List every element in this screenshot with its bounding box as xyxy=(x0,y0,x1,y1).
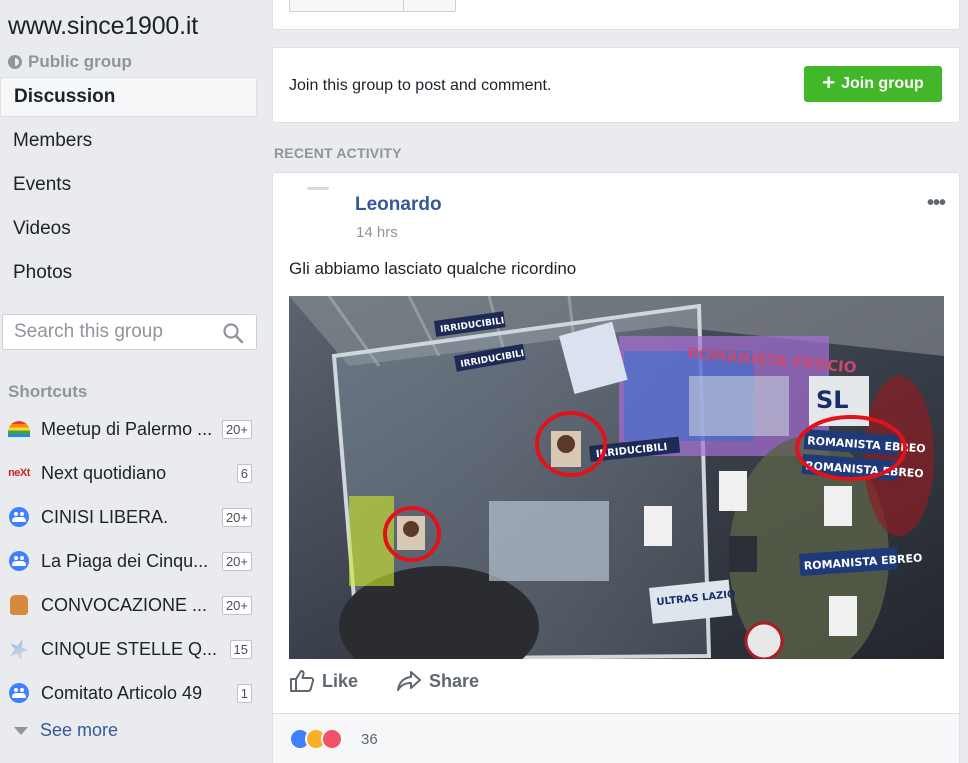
search-input[interactable] xyxy=(14,321,214,343)
reaction-icons xyxy=(289,728,343,750)
shortcut-label: Comitato Articolo 49 xyxy=(41,682,203,703)
see-more-link[interactable]: See more xyxy=(14,720,118,741)
join-card: Join this group to post and comment. + J… xyxy=(272,47,960,123)
reaction-count[interactable]: 36 xyxy=(361,731,378,748)
notification-badge: 6 xyxy=(236,463,252,483)
nav-photos[interactable]: Photos xyxy=(0,253,257,293)
notification-badge: 20+ xyxy=(221,507,252,527)
shortcut-label: CINQUE STELLE Q... xyxy=(41,638,218,659)
reactions-bar[interactable]: 36 xyxy=(273,714,959,763)
group-icon xyxy=(8,682,30,704)
svg-text:SL: SL xyxy=(816,386,849,414)
avatar[interactable] xyxy=(289,185,347,243)
shortcut-label: CINISI LIBERA. xyxy=(41,506,169,527)
love-reaction-icon xyxy=(321,728,343,750)
shortcut-item[interactable]: Meetup di Palermo ... 20+ xyxy=(8,415,252,443)
shortcut-item[interactable]: Comitato Articolo 49 1 xyxy=(8,679,252,707)
recent-activity-heading: RECENT ACTIVITY xyxy=(274,145,402,161)
fist-icon xyxy=(8,594,30,616)
post-photo[interactable]: IRRIDUCIBILI IRRIDUCIBILI ROMANISTA FROC… xyxy=(289,296,944,659)
group-icon xyxy=(8,506,30,528)
shortcut-item[interactable]: La Piaga dei Cinqu... 20+ xyxy=(8,547,252,575)
share-button[interactable]: Share xyxy=(396,669,479,693)
plus-icon: + xyxy=(822,70,836,95)
see-more-label: See more xyxy=(40,720,119,740)
notification-badge: 20+ xyxy=(221,419,252,439)
left-sidebar: www.since1900.it Public group Discussion… xyxy=(0,0,262,763)
join-group-button[interactable]: + Join group xyxy=(804,66,942,102)
nav-events[interactable]: Events xyxy=(0,165,257,205)
post-actions: Like Share xyxy=(289,669,479,693)
privacy-label: Public group xyxy=(28,52,132,71)
post-timestamp[interactable]: 14 hrs xyxy=(356,224,398,241)
shortcut-item[interactable]: neXt Next quotidiano 6 xyxy=(8,459,252,487)
like-button[interactable]: Like xyxy=(289,669,358,693)
shortcut-item[interactable]: CONVOCAZIONE ... 20+ xyxy=(8,591,252,619)
like-label: Like xyxy=(322,670,359,691)
search-icon[interactable] xyxy=(222,322,244,344)
share-icon xyxy=(397,671,422,691)
thumbs-up-icon xyxy=(290,670,315,692)
shortcut-item[interactable]: CINISI LIBERA. 20+ xyxy=(8,503,252,531)
shortcut-label: La Piaga dei Cinqu... xyxy=(41,550,209,571)
shortcuts-heading: Shortcuts xyxy=(8,382,88,401)
notification-badge: 20+ xyxy=(221,595,252,615)
group-search-box xyxy=(2,314,257,350)
rainbow-icon xyxy=(8,418,30,440)
post-card: Leonardo 14 hrs ••• Gli abbiamo lasciato… xyxy=(272,172,960,763)
shortcut-label: Next quotidiano xyxy=(41,462,167,483)
post-text: Gli abbiamo lasciato qualche ricordino xyxy=(289,259,577,278)
star-icon xyxy=(8,638,30,660)
notification-badge: 20+ xyxy=(221,551,252,571)
join-prompt: Join this group to post and comment. xyxy=(289,77,552,94)
shortcut-label: Meetup di Palermo ... xyxy=(41,418,213,439)
shortcut-item[interactable]: CINQUE STELLE Q... 15 xyxy=(8,635,252,663)
cover-card-bottom xyxy=(272,0,960,30)
post-author[interactable]: Leonardo xyxy=(355,194,441,216)
join-button-label: Join group xyxy=(841,75,924,92)
more-options-icon[interactable]: ••• xyxy=(927,193,946,213)
notification-badge: 1 xyxy=(236,683,252,703)
nav-members[interactable]: Members xyxy=(0,121,257,161)
next-logo-icon: neXt xyxy=(8,467,30,479)
group-icon xyxy=(8,550,30,572)
shortcut-label: CONVOCAZIONE ... xyxy=(41,594,208,615)
group-privacy: Public group xyxy=(8,52,132,72)
globe-icon xyxy=(8,55,22,69)
notification-badge: 15 xyxy=(229,639,252,659)
nav-discussion[interactable]: Discussion xyxy=(0,77,257,117)
nav-videos[interactable]: Videos xyxy=(0,209,257,249)
chevron-down-icon xyxy=(14,726,28,735)
group-title[interactable]: www.since1900.it xyxy=(8,12,198,41)
photo-illustration: IRRIDUCIBILI IRRIDUCIBILI ROMANISTA FROC… xyxy=(289,296,944,659)
cover-button-fragment[interactable] xyxy=(289,0,456,12)
share-label: Share xyxy=(429,670,480,691)
